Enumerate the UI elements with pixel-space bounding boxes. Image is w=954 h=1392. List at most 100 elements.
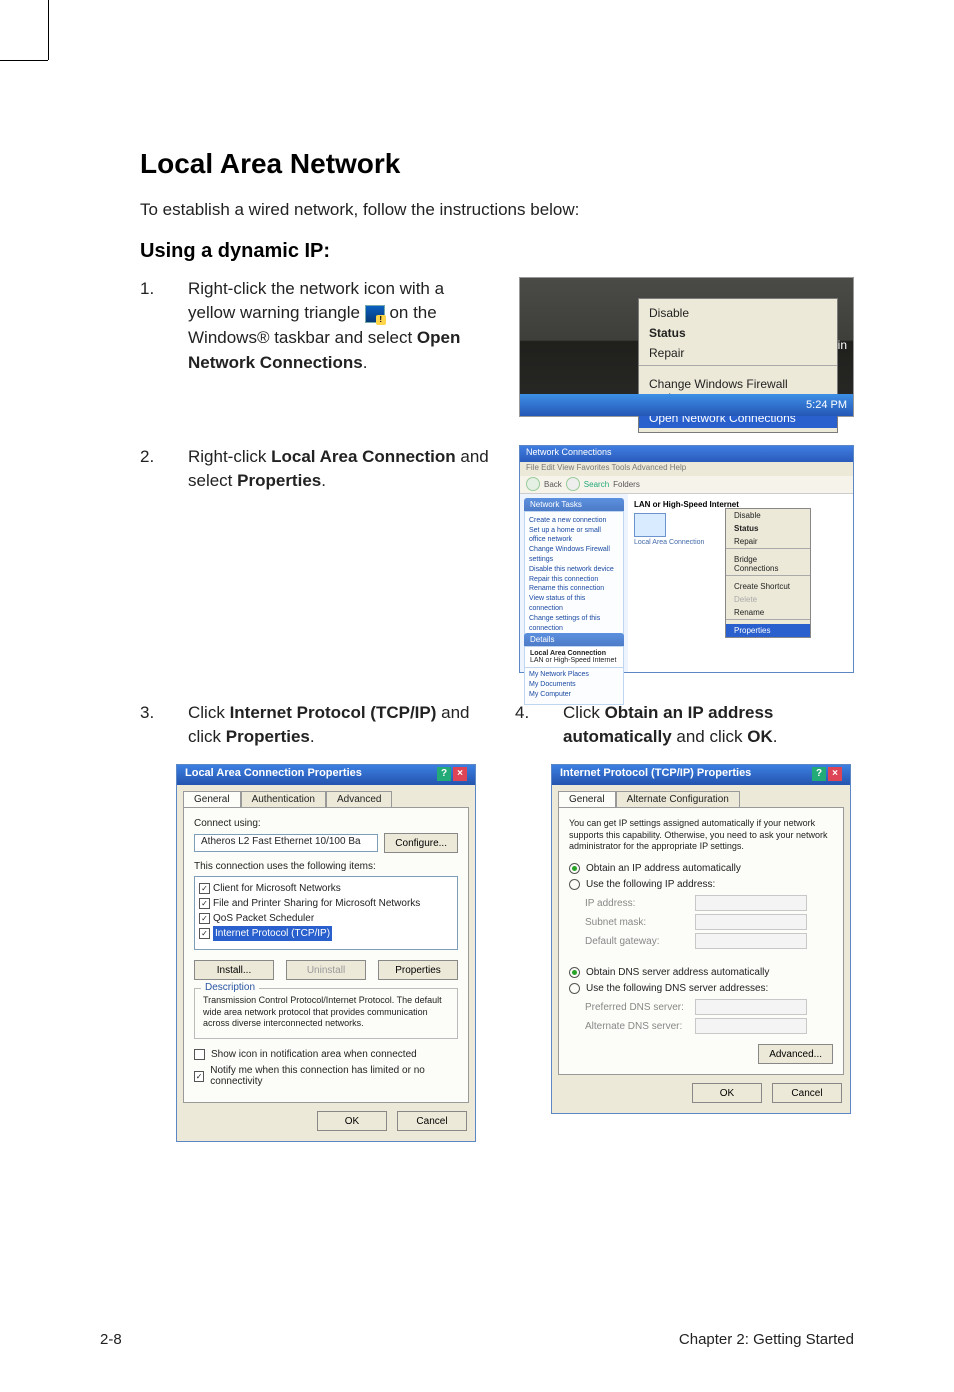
checkbox-icon[interactable]: ✓ (199, 898, 210, 909)
install-button[interactable]: Install... (194, 960, 274, 980)
chapter-label: Chapter 2: Getting Started (679, 1331, 854, 1348)
radio-icon[interactable] (569, 983, 580, 994)
details-type: LAN or High-Speed Internet (530, 657, 618, 664)
gateway-label: Default gateway: (585, 936, 695, 947)
network-tasks-list: Create a new connection Set up a home or… (524, 511, 624, 639)
ctx-bridge[interactable]: Bridge Connections (726, 553, 810, 575)
tab-strip: General Authentication Advanced (177, 785, 475, 807)
step-2-text: Right-click Local Area Connection and se… (188, 445, 491, 494)
toolbar: Back Search Folders (520, 476, 853, 494)
task-link[interactable]: Change Windows Firewall settings (529, 545, 619, 565)
ctx-rename[interactable]: Rename (726, 606, 810, 619)
page-content: Local Area Network To establish a wired … (140, 148, 854, 1322)
screenshot-network-connections: Network Connections File Edit View Favor… (519, 445, 854, 673)
connection-item[interactable]: Local Area Connection (634, 513, 706, 546)
task-link[interactable]: Rename this connection (529, 584, 619, 594)
list-item[interactable]: File and Printer Sharing for Microsoft N… (213, 896, 420, 911)
help-icon[interactable]: ? (812, 767, 826, 781)
ctx-status[interactable]: Status (726, 522, 810, 535)
list-item[interactable]: QoS Packet Scheduler (213, 911, 314, 926)
components-list[interactable]: ✓Client for Microsoft Networks ✓File and… (194, 876, 458, 950)
ok-button[interactable]: OK (692, 1083, 762, 1103)
place-link[interactable]: My Computer (529, 690, 619, 700)
close-icon[interactable]: × (453, 767, 467, 781)
lan-properties-dialog: Local Area Connection Properties ?× Gene… (176, 764, 476, 1142)
cancel-button[interactable]: Cancel (397, 1111, 467, 1131)
uninstall-button[interactable]: Uninstall (286, 960, 366, 980)
back-label: Back (544, 480, 562, 489)
step-1-text: Right-click the network icon with a yell… (188, 277, 491, 376)
step-number: 4. (515, 701, 545, 750)
page-title: Local Area Network (140, 148, 854, 180)
tab-authentication[interactable]: Authentication (241, 791, 326, 807)
place-link[interactable]: My Network Places (529, 670, 619, 680)
gateway-input[interactable] (695, 933, 807, 949)
advanced-button[interactable]: Advanced... (758, 1044, 833, 1064)
task-link[interactable]: Repair this connection (529, 575, 619, 585)
window-title: Network Connections (520, 446, 853, 462)
menu-repair[interactable]: Repair (639, 343, 837, 363)
configure-button[interactable]: Configure... (384, 833, 458, 853)
radio-icon[interactable] (569, 863, 580, 874)
checkbox-icon[interactable]: ✓ (199, 913, 210, 924)
ctx-properties[interactable]: Properties (726, 624, 810, 637)
details-header: Details (524, 633, 624, 646)
properties-button[interactable]: Properties (378, 960, 458, 980)
pdns-input[interactable] (695, 999, 807, 1015)
tab-advanced[interactable]: Advanced (326, 791, 392, 807)
folders-label[interactable]: Folders (613, 480, 640, 489)
menu-disable[interactable]: Disable (639, 303, 837, 323)
radio-icon[interactable] (569, 879, 580, 890)
step-4-text: Click Obtain an IP address automatically… (563, 701, 854, 750)
search-label[interactable]: Search (584, 480, 609, 489)
ctx-disable[interactable]: Disable (726, 509, 810, 522)
dialog-title-bar: Local Area Connection Properties ?× (177, 765, 475, 785)
checkbox-icon[interactable]: ✓ (199, 928, 210, 939)
section-heading: Using a dynamic IP: (140, 240, 854, 263)
task-link[interactable]: Create a new connection (529, 516, 619, 526)
notify-option: Notify me when this connection has limit… (210, 1065, 458, 1087)
ip-input[interactable] (695, 895, 807, 911)
adapter-field[interactable]: Atheros L2 Fast Ethernet 10/100 Ba (194, 834, 378, 852)
place-link[interactable]: My Documents (529, 680, 619, 690)
ctx-repair[interactable]: Repair (726, 535, 810, 548)
task-link[interactable]: Change settings of this connection (529, 614, 619, 634)
crop-mark-horizontal (0, 60, 48, 61)
cancel-button[interactable]: Cancel (772, 1083, 842, 1103)
back-icon[interactable] (526, 477, 540, 491)
subnet-label: Subnet mask: (585, 917, 695, 928)
tab-general[interactable]: General (558, 791, 616, 807)
details-name: Local Area Connection (530, 650, 618, 657)
list-item[interactable]: Client for Microsoft Networks (213, 881, 341, 896)
tab-general[interactable]: General (183, 791, 241, 807)
checkbox-icon[interactable] (194, 1049, 205, 1060)
page-footer: 2-8 Chapter 2: Getting Started (100, 1331, 854, 1348)
radio-icon[interactable] (569, 967, 580, 978)
list-item-selected[interactable]: Internet Protocol (TCP/IP) (213, 926, 332, 941)
task-link[interactable]: Set up a home or small office network (529, 526, 619, 546)
titlebar-buttons: ?× (435, 767, 467, 783)
help-icon[interactable]: ? (437, 767, 451, 781)
dialog-blurb: You can get IP settings assigned automat… (569, 818, 833, 853)
tcpip-properties-dialog: Internet Protocol (TCP/IP) Properties ?×… (551, 764, 851, 1114)
tab-alternate[interactable]: Alternate Configuration (616, 791, 740, 807)
task-link[interactable]: View status of this connection (529, 594, 619, 614)
forward-icon[interactable] (566, 477, 580, 491)
ctx-shortcut[interactable]: Create Shortcut (726, 580, 810, 593)
ok-button[interactable]: OK (317, 1111, 387, 1131)
task-link[interactable]: Disable this network device (529, 565, 619, 575)
ctx-delete[interactable]: Delete (726, 593, 810, 606)
close-icon[interactable]: × (828, 767, 842, 781)
checkbox-icon[interactable]: ✓ (199, 883, 210, 894)
network-warning-icon (365, 305, 385, 323)
step-2-segment: 2. Right-click Local Area Connection and… (140, 445, 854, 673)
step-number: 3. (140, 701, 170, 750)
connection-icon (634, 513, 666, 537)
checkbox-icon[interactable]: ✓ (194, 1071, 204, 1082)
adns-input[interactable] (695, 1018, 807, 1034)
obtain-dns-auto: Obtain DNS server address automatically (586, 967, 769, 978)
pdns-label: Preferred DNS server: (585, 1002, 695, 1013)
menu-status[interactable]: Status (639, 323, 837, 343)
subnet-input[interactable] (695, 914, 807, 930)
menu-bar[interactable]: File Edit View Favorites Tools Advanced … (520, 462, 853, 476)
